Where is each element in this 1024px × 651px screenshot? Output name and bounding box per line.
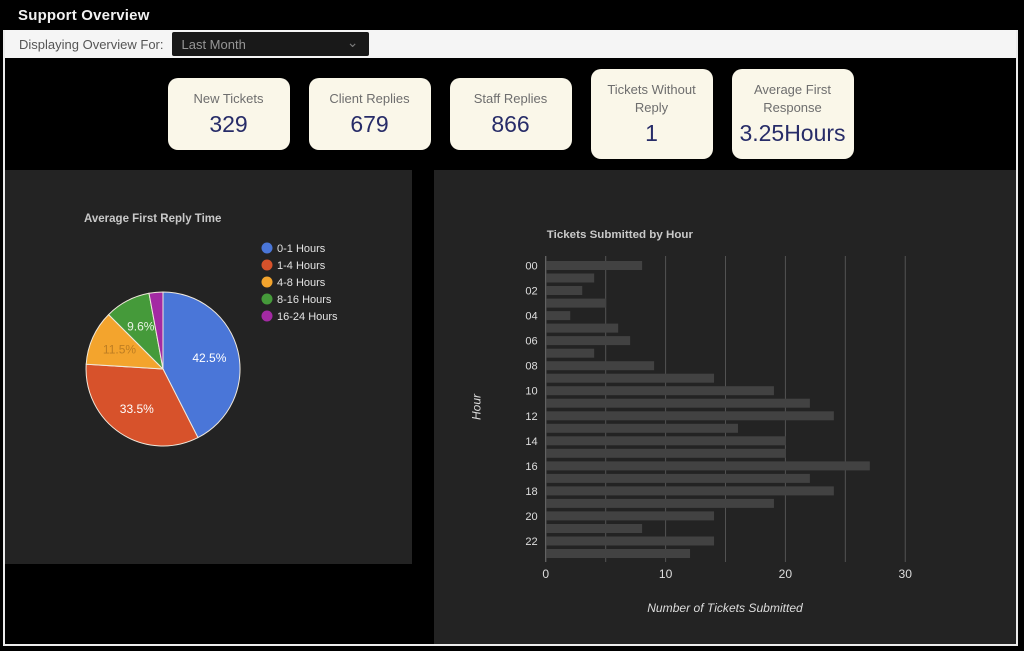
bars — [546, 261, 870, 558]
x-tick-labels: 0 10 20 30 — [542, 567, 912, 581]
bar-chart-ylabel: Hour — [469, 393, 483, 420]
bar-chart-svg: Tickets Submitted by Hour Hour 00 02 04 06 08 1… — [434, 170, 1016, 644]
bar-chart-xlabel: Number of Tickets Submitted — [647, 601, 804, 615]
bar-hour-02[interactable] — [546, 286, 582, 295]
stat-card-value: 1 — [645, 120, 658, 147]
x-tick-label: 30 — [899, 567, 913, 581]
bar-hour-12[interactable] — [546, 411, 834, 420]
bar-hour-19[interactable] — [546, 499, 774, 508]
overview-period-value: Last Month — [182, 37, 246, 52]
pie — [86, 292, 240, 446]
y-tick-label: 02 — [525, 286, 537, 298]
pie-slice-percent: 33.5% — [120, 402, 154, 416]
bar-hour-07[interactable] — [546, 349, 594, 358]
bar-hour-06[interactable] — [546, 336, 630, 345]
y-tick-label: 20 — [525, 511, 537, 523]
charts-row: Average First Reply Time 0-1 Hours 1-4 Hou… — [5, 170, 1016, 644]
bar-hour-13[interactable] — [546, 424, 738, 433]
y-tick-label: 14 — [525, 436, 537, 448]
pie-slice-percent: 42.5% — [192, 351, 226, 365]
y-tick-label: 08 — [525, 361, 537, 373]
y-tick-label: 00 — [525, 261, 537, 273]
y-tick-label: 16 — [525, 461, 537, 473]
filter-label: Displaying Overview For: — [19, 37, 164, 52]
y-tick-label: 10 — [525, 386, 537, 398]
legend-label: 4-8 Hours — [277, 277, 326, 289]
legend-swatch — [262, 243, 273, 254]
legend-swatch — [262, 260, 273, 271]
legend-label: 8-16 Hours — [277, 294, 332, 306]
stat-card-label: Tickets Without Reply — [595, 81, 709, 116]
stat-cards-row: New Tickets 329 Client Replies 679 Staff Rep… — [5, 58, 1016, 170]
pie-slice-percent: 9.6% — [127, 320, 155, 334]
stat-card-value: 679 — [350, 111, 388, 138]
bar-hour-04[interactable] — [546, 311, 570, 320]
stat-card: Tickets Without Reply 1 — [591, 69, 713, 158]
stat-card: Average First Response 3.25Hours — [732, 69, 854, 158]
stat-card: Staff Replies 866 — [450, 78, 572, 150]
bar-hour-18[interactable] — [546, 486, 834, 495]
bar-chart-panel: Tickets Submitted by Hour Hour 00 02 04 06 08 1… — [434, 170, 1016, 644]
content-frame: Displaying Overview For: Last Month ⌄ Ne… — [3, 30, 1018, 646]
stat-card-label: Average First Response — [736, 81, 850, 116]
stat-card-label: Client Replies — [329, 90, 409, 108]
bar-hour-11[interactable] — [546, 399, 810, 408]
bar-hour-14[interactable] — [546, 436, 786, 445]
bar-chart-title: Tickets Submitted by Hour — [547, 229, 694, 241]
x-tick-label: 10 — [659, 567, 673, 581]
legend-swatch — [262, 294, 273, 305]
bar-hour-00[interactable] — [546, 261, 642, 270]
pie-chart-panel: Average First Reply Time 0-1 Hours 1-4 Hou… — [5, 170, 412, 564]
bar-hour-22[interactable] — [546, 537, 714, 546]
bar-hour-16[interactable] — [546, 461, 870, 470]
legend-swatch — [262, 311, 273, 322]
pie-chart-svg: Average First Reply Time 0-1 Hours 1-4 Hou… — [5, 170, 412, 564]
bar-hour-05[interactable] — [546, 324, 618, 333]
page-header: Support Overview — [0, 0, 1024, 30]
legend-label: 1-4 Hours — [277, 260, 326, 272]
filter-bar: Displaying Overview For: Last Month ⌄ — [5, 30, 1016, 58]
bar-hour-09[interactable] — [546, 374, 714, 383]
page-title: Support Overview — [18, 7, 1024, 24]
bar-hour-08[interactable] — [546, 361, 654, 370]
pie-legend: 0-1 Hours 1-4 Hours 4-8 Hours 8-16 Hours 16-… — [262, 243, 339, 324]
bar-hour-03[interactable] — [546, 299, 606, 308]
y-tick-label: 04 — [525, 311, 537, 323]
stat-card-label: New Tickets — [193, 90, 263, 108]
stat-card: New Tickets 329 — [168, 78, 290, 150]
pie-slice-percent: 11.5% — [103, 342, 136, 356]
stat-card-value: 329 — [209, 111, 247, 138]
stat-card: Client Replies 679 — [309, 78, 431, 150]
y-tick-label: 18 — [525, 486, 537, 498]
stat-card-label: Staff Replies — [474, 90, 547, 108]
bar-hour-21[interactable] — [546, 524, 642, 533]
x-tick-label: 20 — [779, 567, 793, 581]
x-tick-label: 0 — [542, 567, 549, 581]
bar-hour-10[interactable] — [546, 386, 774, 395]
legend-label: 0-1 Hours — [277, 243, 326, 255]
bar-hour-23[interactable] — [546, 549, 690, 558]
legend-label: 16-24 Hours — [277, 311, 338, 323]
bar-hour-01[interactable] — [546, 274, 594, 283]
pie-chart-title: Average First Reply Time — [84, 213, 221, 225]
stat-card-value: 3.25Hours — [739, 120, 845, 147]
y-tick-label: 12 — [525, 411, 537, 423]
legend-swatch — [262, 277, 273, 288]
bar-hour-15[interactable] — [546, 449, 786, 458]
y-tick-label: 06 — [525, 336, 537, 348]
y-tick-labels: 00 02 04 06 08 10 12 14 16 18 20 22 — [525, 261, 537, 548]
y-tick-label: 22 — [525, 536, 537, 548]
bar-hour-17[interactable] — [546, 474, 810, 483]
stat-card-value: 866 — [491, 111, 529, 138]
overview-period-select[interactable]: Last Month ⌄ — [172, 32, 369, 56]
bar-hour-20[interactable] — [546, 511, 714, 520]
